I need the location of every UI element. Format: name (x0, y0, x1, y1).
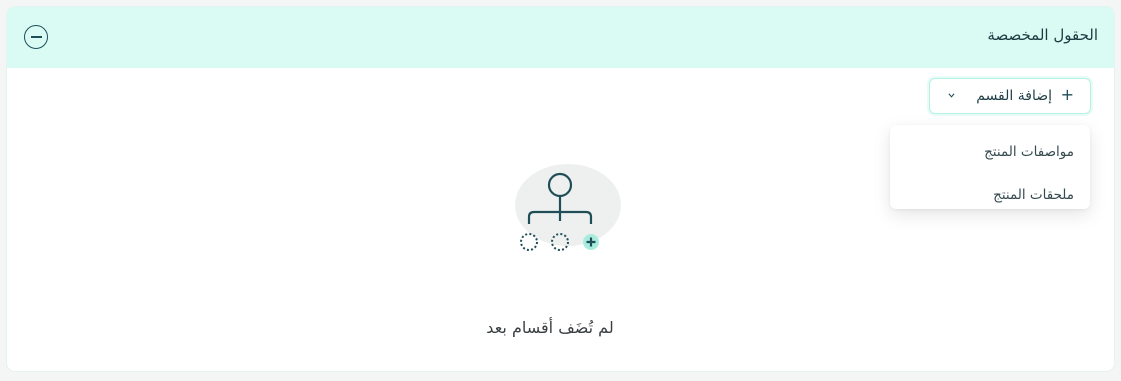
add-section-button[interactable]: + إضافة القسم (929, 78, 1091, 114)
add-section-label: إضافة القسم (976, 88, 1052, 104)
collapse-button[interactable] (24, 25, 48, 49)
plus-icon: + (1060, 85, 1074, 104)
add-section-dropdown: مواصفات المنتج ملحقات المنتج (890, 125, 1090, 209)
panel-header: الحقول المخصصة (7, 7, 1114, 68)
minus-icon (30, 36, 42, 38)
sections-tree-icon (515, 164, 621, 251)
menu-item-product-accessories[interactable]: ملحقات المنتج (993, 187, 1074, 203)
chevron-down-icon (948, 93, 955, 98)
menu-item-product-specs[interactable]: مواصفات المنتج (984, 144, 1074, 160)
empty-state-message: لم تُضَف أقسام بعد (486, 318, 614, 337)
panel-title: الحقول المخصصة (987, 26, 1098, 44)
child-node-1 (520, 233, 538, 251)
